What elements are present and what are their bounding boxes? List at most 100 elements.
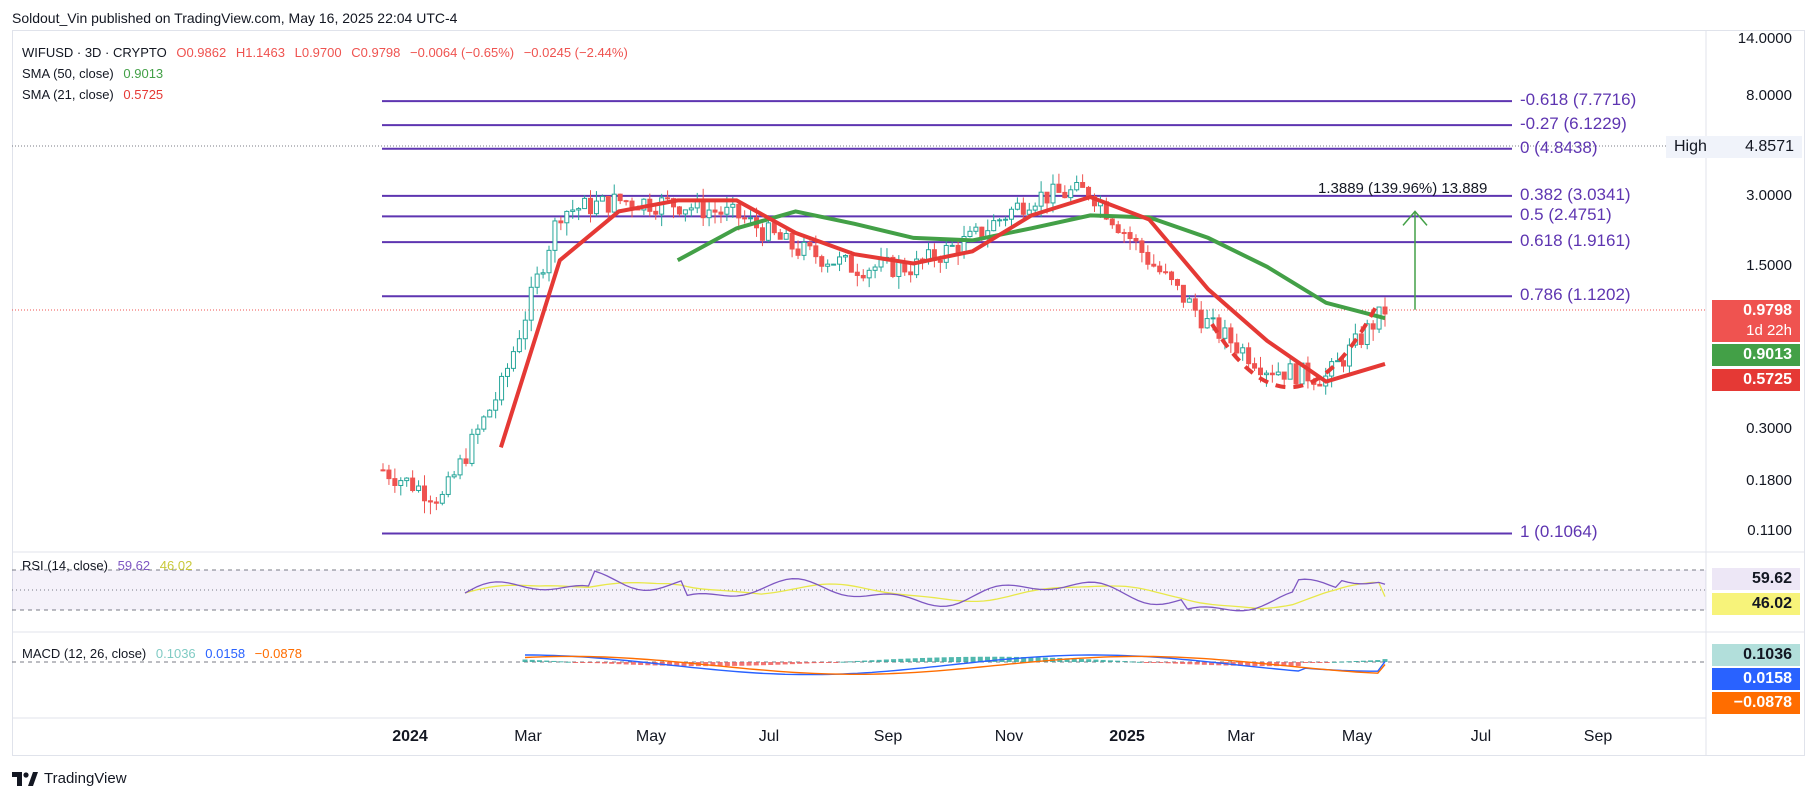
high-tag-value: 4.8571 (1745, 138, 1794, 155)
candle-body (1050, 183, 1056, 204)
macd-hist-bar (601, 662, 607, 664)
measure-annotation: 1.3889 (139.96%) 13.889 (1318, 180, 1488, 197)
candle-body (777, 232, 783, 240)
rsi-ma-tag: 46.02 (1712, 593, 1800, 615)
candle-body (1157, 265, 1163, 273)
candle-body (688, 207, 694, 211)
fib-label: 0.786 (1.1202) (1520, 285, 1631, 305)
macd-hist-bar (1324, 662, 1330, 663)
macd-hist-bar (739, 662, 745, 666)
macd-hist-bar (992, 656, 998, 662)
macd-hist-bar (1331, 661, 1337, 663)
sma21-legend[interactable]: SMA (21, close) 0.5725 (22, 87, 169, 102)
macd-hist-bar (753, 662, 759, 666)
x-tick: 2025 (1109, 728, 1145, 745)
candle-body (659, 197, 665, 215)
x-tick: Nov (994, 728, 1024, 745)
candle-body (505, 367, 511, 377)
candle-body (451, 474, 457, 478)
macd-hist-bar (927, 657, 933, 662)
candle-body (410, 477, 416, 491)
fib-retracement-group (382, 100, 1512, 535)
candle-body (416, 485, 422, 491)
rsi-legend[interactable]: RSI (14, close) 59.62 46.02 (22, 558, 198, 573)
macd-hist-bar (1115, 660, 1121, 662)
macd-hist-bar (847, 661, 853, 663)
candle-body (789, 232, 795, 250)
candle-body (1074, 182, 1080, 191)
candle-body (706, 209, 712, 219)
macd-label: MACD (12, 26, close) (22, 646, 147, 661)
signal-line-tag: −0.0878 (1712, 692, 1800, 714)
candle-body (1382, 306, 1388, 315)
fib-label: 0 (4.8438) (1520, 137, 1598, 157)
candle-body (997, 219, 1003, 222)
candle-body (1014, 202, 1020, 210)
macd-hist-bar (898, 658, 904, 662)
candle-body (582, 197, 588, 210)
sma50-legend[interactable]: SMA (50, close) 0.9013 (22, 66, 169, 81)
candle-body (1275, 371, 1281, 376)
macd-hist-bar (833, 662, 839, 663)
candle-body (837, 256, 843, 265)
candle-body (1257, 367, 1263, 376)
macd-hist-bar (1107, 660, 1113, 662)
symbol-label[interactable]: WIFUSD · 3D · CRYPTO (22, 45, 167, 60)
fib-label: 0.5 (2.4751) (1520, 205, 1612, 225)
macd-hist-bar (1122, 661, 1128, 663)
candle-body (380, 469, 386, 472)
candle-body (943, 244, 949, 263)
candle-body (825, 263, 831, 267)
x-tick: Mar (1227, 728, 1255, 745)
candle-body (771, 222, 777, 234)
macd-hist-bar (919, 657, 925, 662)
x-tick: Jul (758, 728, 780, 745)
candle-body (860, 274, 866, 279)
candle-body (588, 197, 594, 215)
macd-legend-macd: 0.0158 (205, 646, 246, 661)
x-tick: May (635, 728, 667, 745)
macd-hist-bar (1375, 660, 1381, 662)
macd-hist-bar (1158, 662, 1164, 663)
macd-hist-bar (854, 660, 860, 662)
candle-body (1133, 237, 1139, 242)
macd-hist-bar (797, 662, 803, 664)
x-tick: Sep (873, 728, 903, 745)
macd-hist-bar (580, 662, 586, 663)
candle-body (1151, 263, 1157, 267)
candle-body (1216, 317, 1222, 339)
sma50-legend-value: 0.9013 (123, 66, 164, 81)
candle-body (718, 211, 724, 215)
candle-body (1234, 342, 1240, 354)
candle-body (783, 232, 789, 240)
candle-body (848, 255, 854, 273)
candle-body (979, 226, 985, 238)
footer-brand-text: TradingView (44, 770, 127, 787)
candle-body (1370, 323, 1376, 330)
sma21-price-tag: 0.5725 (1712, 369, 1800, 391)
fib-label: 0.382 (3.0341) (1520, 184, 1631, 204)
candle-body (605, 195, 611, 213)
candle-body (558, 220, 564, 224)
candle-body (481, 416, 487, 430)
candle-body (795, 248, 801, 256)
candle-body (1192, 298, 1198, 311)
fib-label: -0.618 (7.7716) (1520, 90, 1637, 110)
x-tick: 2024 (392, 728, 428, 745)
macd-hist-bar (1201, 662, 1207, 665)
macd-hist-bar (760, 662, 766, 666)
sma50-price-tag: 0.9013 (1712, 344, 1800, 366)
macd-hist-bar (522, 659, 528, 662)
macd-hist-bar (934, 657, 940, 662)
candle-body (991, 220, 997, 232)
macd-legend[interactable]: MACD (12, 26, close) 0.1036 0.0158 −0.08… (22, 646, 308, 661)
macd-hist-bar (811, 662, 817, 664)
footer-brand[interactable]: TradingView (12, 770, 127, 787)
macd-hist-bar (1129, 661, 1135, 663)
candle-body (528, 286, 534, 321)
macd-hist-bar (732, 662, 738, 666)
high-tag: High 4.8571 (1666, 136, 1802, 158)
candle-body (439, 493, 445, 504)
candle-body (1008, 208, 1014, 220)
candle-body (724, 206, 730, 215)
